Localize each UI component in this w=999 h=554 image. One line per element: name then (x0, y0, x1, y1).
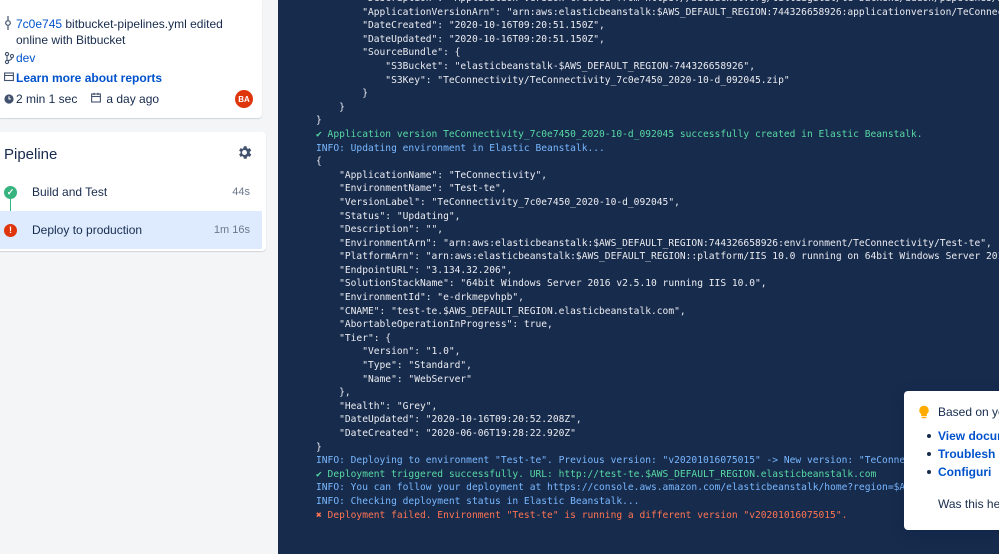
log-line: "DateUpdated": "2020-10-16T09:20:52.208Z… (316, 414, 582, 426)
log-line: "Version": "1.0", (316, 346, 461, 358)
log-line: "CNAME": "test-te.$AWS_DEFAULT_REGION.el… (316, 305, 686, 317)
duration-text: 2 min 1 sec (16, 92, 78, 106)
help-link-troubleshoot[interactable]: Troublesh (927, 447, 999, 465)
branch-row: dev (4, 51, 35, 70)
log-line: "ApplicationVersionArn": "arn:aws:elasti… (362, 6, 999, 18)
log-line: "SourceBundle": { (316, 47, 461, 59)
report-icon (4, 71, 16, 88)
log-line: INFO: Updating environment in Elastic Be… (316, 142, 605, 154)
error-icon: ! (4, 223, 17, 237)
pipeline-title: Pipeline (4, 146, 58, 163)
gear-icon[interactable] (236, 144, 253, 161)
branch-icon (4, 51, 16, 70)
help-title: Based on your (938, 405, 999, 419)
log-line: "EnvironmentId": "e-drkmepvhpb", (316, 292, 524, 304)
calendar-icon (91, 92, 102, 107)
log-line: "Name": "WebServer" (316, 373, 472, 385)
step-name: Deploy to production (32, 223, 143, 237)
log-line: "Type": "Standard", (316, 360, 472, 372)
commit-hash-link[interactable]: 7c0e745 (16, 17, 62, 31)
commit-card: 7c0e745 bitbucket-pipelines.yml edited o… (0, 0, 262, 118)
avatar[interactable]: BA (235, 90, 253, 108)
log-line: "DateCreated": "2020-06-06T19:28:22.920Z… (316, 428, 576, 439)
lightbulb-icon (918, 405, 930, 419)
reports-row: Learn more about reports (4, 71, 162, 88)
log-line: INFO: Deploying to environment "Test-te"… (316, 455, 975, 467)
log-line: "Description": "Application version crea… (316, 0, 999, 6)
meta-row: 2 min 1 sec a day ago (4, 92, 159, 111)
help-link-docs[interactable]: View docum (927, 429, 999, 447)
help-popup: Based on your View docum Troublesh Confi… (904, 391, 999, 530)
step-build-and-test[interactable]: ✓ Build and Test 44s (0, 173, 262, 211)
branch-link[interactable]: dev (16, 51, 35, 65)
log-line: "EndpointURL": "3.134.32.206", (316, 264, 513, 276)
log-line: INFO: Checking deployment status in Elas… (316, 495, 640, 507)
clock-icon (4, 92, 16, 111)
step-deploy-to-production[interactable]: ! Deploy to production 1m 16s (0, 211, 262, 249)
log-line: "ApplicationName": "TeConnectivity", (316, 169, 548, 181)
log-line: } (316, 101, 345, 113)
success-icon: ✓ (4, 185, 17, 199)
log-line: "Description": "", (316, 224, 444, 236)
log-line: { (316, 156, 322, 168)
log-line: "EnvironmentArn": "arn:aws:elasticbeanst… (316, 237, 992, 249)
log-line: ✔ Application version TeConnectivity_7c0… (316, 128, 923, 140)
log-line: ✖ Deployment failed. Environment "Test-t… (316, 509, 848, 521)
log-line: "DateCreated": "2020-10-16T09:20:51.150Z… (316, 20, 605, 32)
log-line: ✔ Deployment triggered successfully. URL… (316, 468, 877, 480)
commit-row: 7c0e745 bitbucket-pipelines.yml edited o… (4, 16, 251, 48)
pipeline-sidebar: 7c0e745 bitbucket-pipelines.yml edited o… (0, 0, 278, 554)
commit-icon (4, 16, 16, 35)
log-line: }, (316, 387, 351, 399)
log-line: } (316, 441, 322, 453)
help-link-configure[interactable]: Configuri (927, 465, 999, 483)
step-name: Build and Test (32, 185, 108, 199)
help-links: View docum Troublesh Configuri (927, 429, 999, 483)
log-output: "Description": "Application version crea… (316, 0, 999, 522)
log-line: INFO: You can follow your deployment at … (316, 482, 981, 494)
log-panel[interactable]: "Description": "Application version crea… (278, 0, 999, 554)
log-line: } (316, 115, 322, 127)
log-line: "EnvironmentName": "Test-te", (316, 183, 507, 195)
reports-link[interactable]: Learn more about reports (16, 71, 162, 85)
log-line: } (316, 88, 368, 100)
log-line: "DateUpdated": "2020-10-16T09:20:51.150Z… (316, 33, 605, 45)
log-line: "PlatformArn": "arn:aws:elasticbeanstalk… (316, 251, 999, 263)
log-line: "VersionLabel": "TeConnectivity_7c0e7450… (316, 196, 680, 208)
log-line: "S3Key": "TeConnectivity/TeConnectivity_… (316, 74, 790, 86)
log-line: "Tier": { (316, 332, 392, 344)
log-line: "Status": "Updating", (316, 210, 461, 222)
step-duration: 44s (232, 186, 250, 198)
step-duration: 1m 16s (213, 224, 250, 236)
log-line: "AbortableOperationInProgress": true, (316, 319, 553, 331)
commit-description: 7c0e745 bitbucket-pipelines.yml edited o… (16, 16, 251, 48)
log-line: "S3Bucket": "elasticbeanstalk-$AWS_DEFAU… (316, 60, 755, 72)
log-line: "Health": "Grey", (316, 400, 438, 412)
log-line: "SolutionStackName": "64bit Windows Serv… (316, 278, 767, 290)
help-feedback-question: Was this help (938, 497, 999, 511)
date-text: a day ago (106, 92, 160, 106)
